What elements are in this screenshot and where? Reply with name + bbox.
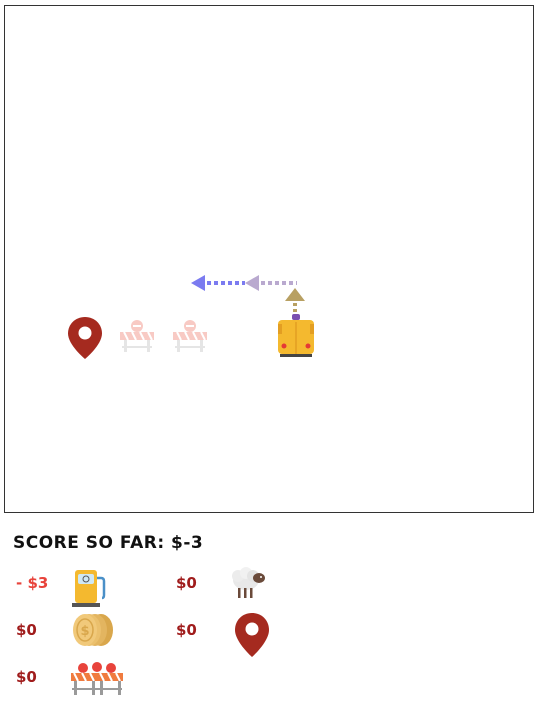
roadblock-icon: [120, 320, 154, 352]
sheep-amount: $0: [176, 574, 197, 592]
path-arrow-left-icon: [245, 275, 297, 291]
roadblock-amount: $0: [16, 668, 37, 686]
fuel-pump-icon: [72, 570, 106, 607]
roadblock-icon: [71, 662, 123, 695]
map-pin-icon: [235, 613, 269, 657]
sheep-icon: [232, 567, 265, 598]
svg-text:$: $: [80, 624, 89, 639]
destination-pin-icon: [68, 317, 102, 359]
destination-amount: $0: [176, 621, 197, 639]
score-value: $-3: [171, 533, 204, 553]
path-arrow-left-icon: [191, 275, 245, 291]
score-display: SCORE SO FAR: $-3: [13, 533, 203, 553]
score-label: SCORE SO FAR:: [13, 533, 165, 553]
van-icon: [278, 314, 314, 357]
coin-stack-icon: $: [73, 614, 113, 646]
coins-amount: $0: [16, 621, 37, 639]
game-board: [4, 5, 534, 513]
fuel-amount: - $3: [16, 574, 49, 592]
